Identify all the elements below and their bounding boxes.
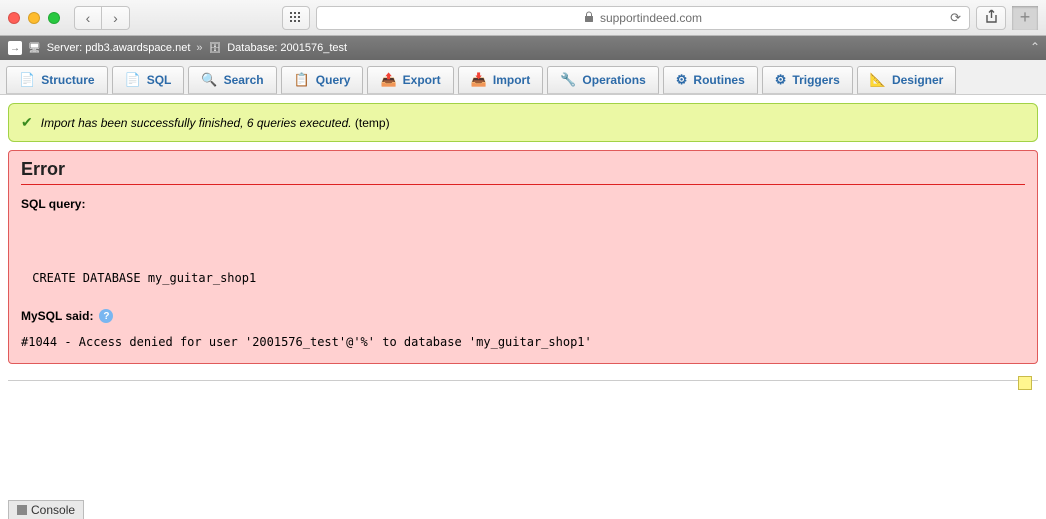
designer-icon: 📐 [870,72,886,88]
tab-sql[interactable]: 📄 SQL [112,66,185,94]
new-tab-button[interactable]: + [1012,6,1038,30]
tab-query[interactable]: 📋 Query [281,66,364,94]
sql-query-code: CREATE DATABASE my_guitar_shop1 [25,271,1025,285]
check-icon: ✔ [21,114,33,131]
share-button[interactable] [976,6,1006,30]
page-content: ✔ Import has been successfully finished,… [0,95,1046,372]
tab-label: Query [316,73,351,87]
forward-button[interactable]: › [102,6,130,30]
tab-label: Export [403,73,441,87]
chevron-left-icon: ‹ [86,10,91,26]
tab-label: Structure [41,73,94,87]
export-icon: 📤 [380,72,396,88]
collapse-icon[interactable]: ⌃ [1030,40,1040,54]
mysql-said-row: MySQL said: ? [21,309,1025,323]
database-icon [209,42,222,54]
mysql-said-label: MySQL said: [21,309,93,323]
help-icon[interactable]: ? [99,309,113,323]
success-text: Import has been successfully finished, 6… [41,116,390,130]
divider [8,380,1038,381]
triggers-icon: ⚙ [775,72,787,88]
search-icon: 🔍 [201,72,217,88]
breadcrumb-database[interactable]: Database: 2001576_test [227,42,347,54]
success-message: ✔ Import has been successfully finished,… [8,103,1038,142]
tab-designer[interactable]: 📐 Designer [857,66,957,94]
console-icon [17,505,27,515]
minimize-window-button[interactable] [28,12,40,24]
console-toggle[interactable]: Console [8,500,84,519]
sticky-note-icon[interactable] [1018,376,1032,390]
breadcrumb-separator: » [196,42,202,54]
back-button[interactable]: ‹ [74,6,102,30]
share-icon [985,9,998,27]
tab-triggers[interactable]: ⚙ Triggers [762,66,853,94]
tab-label: Designer [892,73,943,87]
tab-label: Import [493,73,530,87]
grid-icon [290,12,302,24]
tab-label: Routines [693,73,744,87]
show-sidebar-button[interactable] [282,6,310,30]
sql-query-label: SQL query: [21,197,1025,211]
tab-structure[interactable]: 📄 Structure [6,66,108,94]
tab-label: Operations [582,73,645,87]
address-bar[interactable]: supportindeed.com ⟳ [316,6,970,30]
structure-icon: 📄 [19,72,35,88]
mysql-error-detail: #1044 - Access denied for user '2001576_… [21,335,1025,349]
tab-export[interactable]: 📤 Export [367,66,453,94]
server-icon [28,42,41,54]
tab-routines[interactable]: ⚙ Routines [663,66,758,94]
plus-icon: + [1020,7,1031,28]
lock-icon [584,11,594,25]
operations-icon: 🔧 [560,72,576,88]
success-text-tail: (temp) [352,116,390,130]
error-box: Error SQL query: CREATE DATABASE my_guit… [8,150,1038,364]
console-label: Console [31,503,75,517]
tab-label: Search [224,73,264,87]
tab-search[interactable]: 🔍 Search [188,66,276,94]
chevron-right-icon: › [113,10,118,26]
nav-home-icon[interactable]: → [8,41,22,55]
tab-label: SQL [147,73,172,87]
maximize-window-button[interactable] [48,12,60,24]
breadcrumb-bar: → Server: pdb3.awardspace.net » Database… [0,36,1046,60]
nav-buttons: ‹ › [74,6,130,30]
tab-import[interactable]: 📥 Import [458,66,544,94]
import-icon: 📥 [471,72,487,88]
url-text: supportindeed.com [600,11,702,25]
error-title: Error [21,159,1025,185]
sql-icon: 📄 [125,72,141,88]
reload-button[interactable]: ⟳ [950,10,961,26]
breadcrumb-server[interactable]: Server: pdb3.awardspace.net [47,42,191,54]
success-text-italic: Import has been successfully finished, 6… [41,116,352,130]
window-controls [8,12,60,24]
close-window-button[interactable] [8,12,20,24]
tabs-row: 📄 Structure 📄 SQL 🔍 Search 📋 Query 📤 Export 📥… [0,60,1046,95]
tab-label: Triggers [792,73,839,87]
tab-operations[interactable]: 🔧 Operations [547,66,659,94]
routines-icon: ⚙ [676,72,688,88]
query-icon: 📋 [294,72,310,88]
browser-chrome: ‹ › supportindeed.com ⟳ + [0,0,1046,36]
